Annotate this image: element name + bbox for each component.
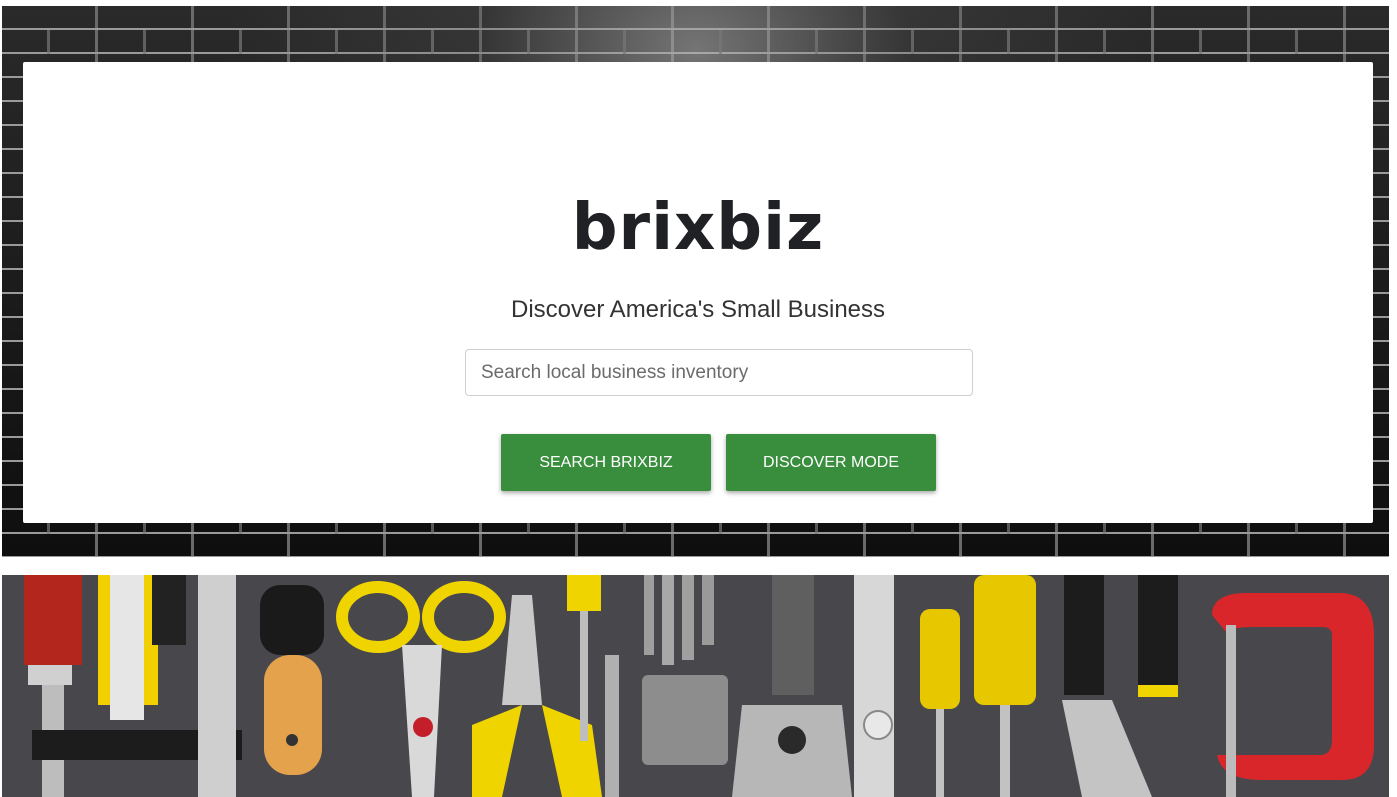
- brand-logo[interactable]: brixbiz: [23, 196, 1373, 260]
- tagline: Discover America's Small Business: [510, 296, 886, 323]
- discover-mode-button[interactable]: DISCOVER MODE: [726, 434, 936, 491]
- search-brixbiz-button[interactable]: SEARCH BRIXBIZ: [501, 434, 711, 491]
- caliper-icon: [854, 575, 894, 797]
- ruler-icon: [198, 575, 236, 797]
- screwdriver-icon: [260, 585, 324, 775]
- drift-punch-icon: [605, 655, 619, 797]
- search-input[interactable]: [465, 349, 973, 396]
- brick-hero-background: brixbiz Discover America's Small Busines…: [2, 6, 1389, 557]
- search-card: brixbiz Discover America's Small Busines…: [23, 62, 1373, 523]
- tools-banner-image: [2, 575, 1389, 797]
- hinge-icon: [642, 675, 728, 765]
- tools-illustration: [2, 575, 1389, 797]
